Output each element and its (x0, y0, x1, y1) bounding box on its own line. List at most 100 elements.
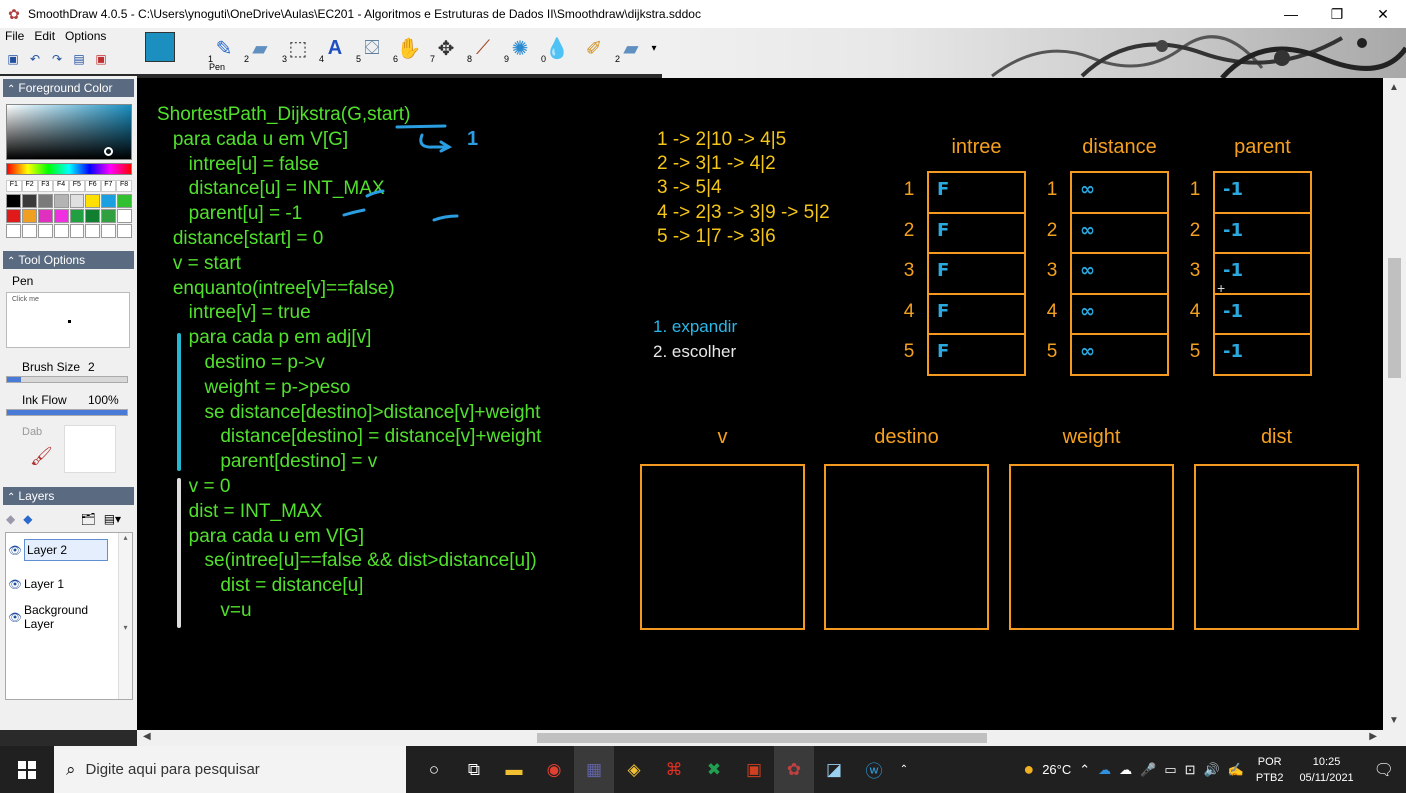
pen-tool[interactable]: 1 ✎ (207, 32, 241, 65)
drawing-canvas[interactable]: ShortestPath_Dijkstra(G,start) para cada… (137, 78, 1383, 730)
horizontal-scrollbar[interactable]: ◀ ▶ (137, 730, 1383, 746)
color-swatch[interactable] (145, 32, 193, 68)
horizontal-scroll-thumb[interactable] (537, 733, 987, 743)
file-explorer-icon[interactable]: ▬ (494, 746, 534, 793)
color-swatch-cell[interactable] (117, 194, 132, 208)
clear-icon[interactable]: ▣ (92, 50, 110, 68)
volume-icon[interactable]: 🔊 (1200, 762, 1224, 778)
brush-tool[interactable]: 8 ⟋ (466, 32, 500, 65)
scroll-right-icon[interactable]: ▶ (1369, 731, 1377, 742)
picker-handle[interactable] (104, 147, 113, 156)
pen-tray-icon[interactable]: ✍ (1224, 762, 1248, 778)
layer-scrollbar[interactable]: ▴ ▾ (118, 533, 132, 699)
scroll-down-icon[interactable]: ▼ (1389, 715, 1399, 726)
taskbar-search[interactable]: ⌕ Digite aqui para pesquisar (54, 746, 406, 793)
close-button[interactable]: ✕ (1360, 0, 1406, 28)
color-swatch-cell[interactable] (101, 209, 117, 223)
browser-icon[interactable]: ⓦ (854, 746, 894, 793)
color-swatch-cell[interactable] (53, 209, 69, 223)
notes-icon[interactable]: ◪ (814, 746, 854, 793)
layer-item[interactable]: 👁 Layer 1 (6, 577, 120, 591)
app-icon[interactable]: ◈ (614, 746, 654, 793)
tool-options-header[interactable]: ⌃ Tool Options (3, 251, 134, 269)
acrobat-icon[interactable]: ⌘ (654, 746, 694, 793)
color-swatch-cell[interactable] (101, 194, 117, 208)
save-icon[interactable]: ▣ (4, 50, 22, 68)
language-indicator[interactable]: POR PTB2 (1248, 754, 1292, 786)
layer-item[interactable]: 👁 Layer 2 (6, 539, 120, 561)
color-swatch-cell[interactable] (85, 194, 101, 208)
maximize-button[interactable]: ❐ (1314, 0, 1360, 28)
color-swatch-cell[interactable] (53, 194, 69, 208)
weather-temp[interactable]: 26°C (1038, 762, 1075, 777)
marker-tool[interactable]: ✐ (577, 32, 611, 64)
battery-icon[interactable]: ▭ (1160, 762, 1180, 778)
onedrive-icon[interactable]: ☁ (1094, 762, 1115, 778)
menu-edit[interactable]: Edit (29, 28, 60, 44)
teams-icon[interactable]: ▦ (574, 746, 614, 793)
cloud-icon[interactable]: ☁ (1115, 762, 1136, 778)
brush-size-slider[interactable] (6, 376, 128, 383)
text-tool[interactable]: 4A (318, 32, 352, 65)
layer-up-icon[interactable]: ◆ (6, 512, 15, 526)
foreground-color-header[interactable]: ⌃ Foreground Color (3, 79, 134, 97)
layers-header[interactable]: ⌃ Layers (3, 487, 134, 505)
color-swatch-cell[interactable] (85, 209, 101, 223)
dab-preview[interactable] (64, 425, 116, 473)
vertical-scroll-thumb[interactable] (1388, 258, 1401, 378)
color-swatch-cell[interactable] (6, 224, 21, 238)
hidden-icons-icon[interactable]: ⌃ (1075, 762, 1094, 778)
color-swatch-cell[interactable] (6, 194, 21, 208)
excel-icon[interactable]: ✖ (694, 746, 734, 793)
color-swatch-cell[interactable] (37, 209, 53, 223)
color-swatch-cell[interactable] (69, 224, 85, 238)
smoothdraw-icon[interactable]: ✿ (774, 746, 814, 793)
minimize-button[interactable]: — (1268, 0, 1314, 28)
fill-tool[interactable]: 5 ⛋ (355, 32, 389, 65)
microphone-icon[interactable]: 🎤 (1136, 762, 1160, 778)
foreground-swatch[interactable] (145, 32, 175, 62)
visibility-icon[interactable]: 👁 (6, 578, 24, 591)
powerpoint-icon[interactable]: ▣ (734, 746, 774, 793)
color-swatch-cell[interactable] (69, 209, 85, 223)
ink-flow-slider[interactable] (6, 409, 128, 416)
color-swatch-cell[interactable] (37, 224, 53, 238)
chrome-icon[interactable]: ◉ (534, 746, 574, 793)
water-tool[interactable]: 0 💧 (540, 32, 574, 65)
menu-file[interactable]: File (0, 28, 29, 44)
color-swatch-cell[interactable] (69, 194, 85, 208)
layer-menu-icon[interactable]: ▤▾ (104, 512, 121, 526)
clock[interactable]: 10:25 05/11/2021 (1291, 754, 1361, 786)
eraser2-tool[interactable]: 2 ▰ (614, 32, 648, 65)
layer-item[interactable]: 👁 Background Layer (6, 603, 120, 631)
airbrush-tool[interactable]: 9 ✺ (503, 32, 537, 65)
layer-down-icon[interactable]: ◆ (23, 512, 32, 526)
network-icon[interactable]: ⊡ (1181, 762, 1200, 778)
overflow-chevron-icon[interactable]: ⌃ (894, 746, 914, 793)
color-swatch-cell[interactable] (117, 224, 132, 238)
color-swatch-cell[interactable] (101, 224, 117, 238)
hue-slider[interactable] (6, 163, 132, 175)
visibility-icon[interactable]: 👁 (6, 611, 24, 624)
menu-options[interactable]: Options (60, 28, 111, 44)
stroke-preview[interactable]: Click me (6, 292, 130, 348)
color-swatch-cell[interactable] (21, 224, 37, 238)
color-picker[interactable] (6, 104, 132, 160)
color-swatch-cell[interactable] (53, 224, 69, 238)
hand-tool[interactable]: 6 ✋ (392, 32, 426, 65)
color-swatch-cell[interactable] (21, 209, 37, 223)
move-tool[interactable]: 7 ✥ (429, 32, 463, 65)
cortana-icon[interactable]: ○ (414, 746, 454, 793)
notifications-icon[interactable]: 🗨 (1362, 760, 1406, 780)
redo-icon[interactable]: ↷ (48, 50, 66, 68)
scroll-up-icon[interactable]: ▲ (1389, 82, 1399, 93)
color-swatch-cell[interactable] (21, 194, 37, 208)
visibility-icon[interactable]: 👁 (6, 544, 24, 557)
color-swatch-cell[interactable] (85, 224, 101, 238)
task-view-icon[interactable]: ⧉ (454, 746, 494, 793)
color-swatch-cell[interactable] (37, 194, 53, 208)
color-swatch-cell[interactable] (6, 209, 21, 223)
eraser-tool[interactable]: 2 ▰ (243, 32, 277, 65)
select-tool[interactable]: 3 ⬚ (281, 32, 315, 65)
color-swatch-cell[interactable] (117, 209, 132, 223)
